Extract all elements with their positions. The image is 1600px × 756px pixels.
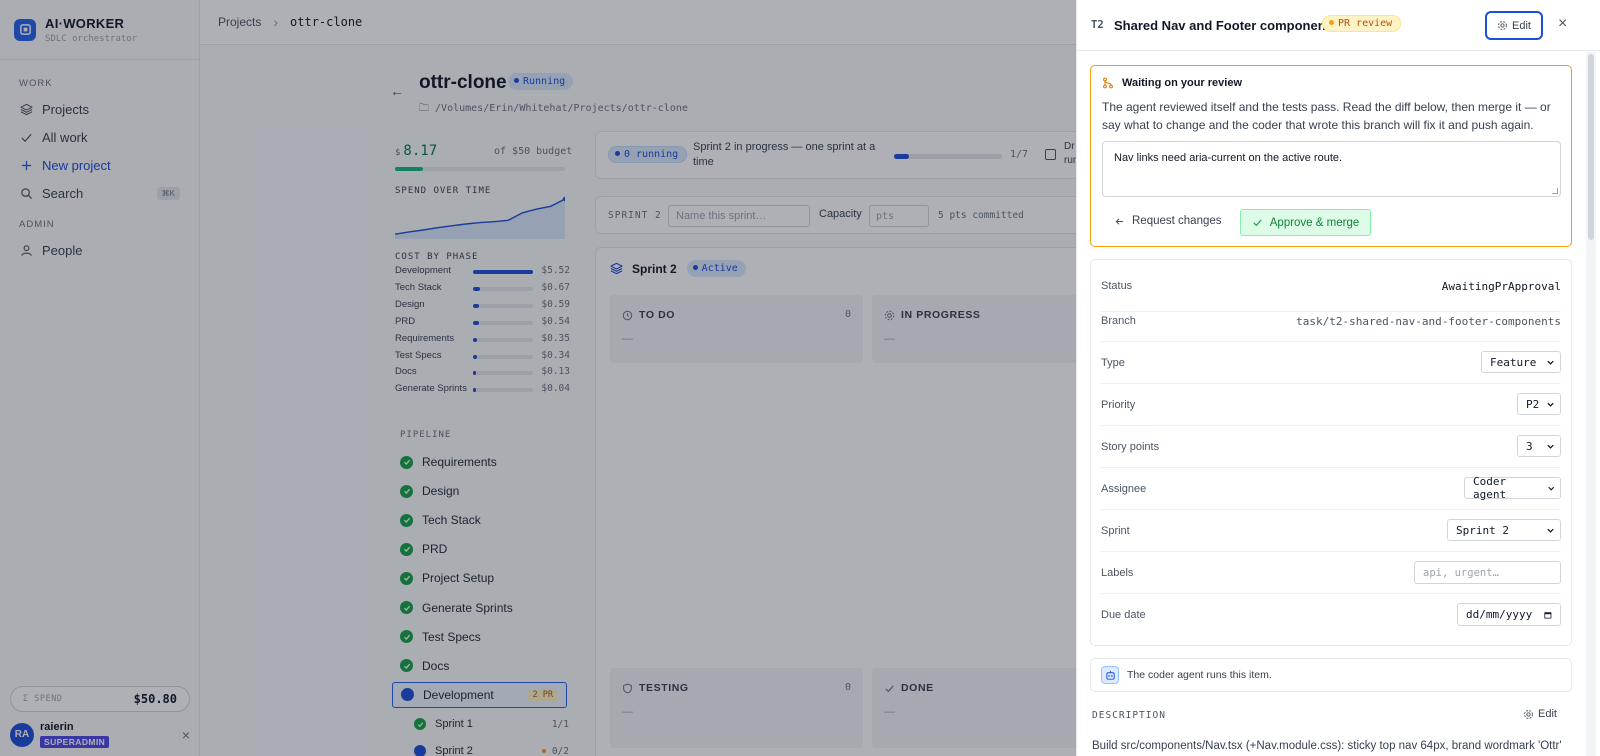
request-changes-label: Request changes xyxy=(1132,215,1222,227)
field-label: Type xyxy=(1101,357,1125,369)
arrow-left-icon xyxy=(1115,217,1124,225)
assignee-select[interactable]: Coder agent xyxy=(1464,475,1561,501)
field-label: Story points xyxy=(1101,441,1160,453)
robot-icon xyxy=(1101,666,1119,684)
sprint-select-value: Sprint 2 xyxy=(1456,523,1509,537)
review-heading: Waiting on your review xyxy=(1102,77,1242,89)
sprint-select[interactable]: Sprint 2 xyxy=(1447,519,1561,541)
description-text: Build src/components/Nav.tsx (+Nav.modul… xyxy=(1092,740,1562,752)
task-status-badge: PR review xyxy=(1322,15,1402,32)
chevron-down-icon xyxy=(1547,528,1554,533)
chevron-down-icon xyxy=(1547,360,1554,365)
field-branch-value: task/t2-shared-nav-and-footer-components xyxy=(1296,315,1561,328)
review-heading-text: Waiting on your review xyxy=(1122,77,1242,89)
story-points-value: 3 xyxy=(1526,439,1533,453)
calendar-icon[interactable] xyxy=(1544,610,1552,620)
field-sprint: Sprint Sprint 2 xyxy=(1101,510,1561,552)
chevron-down-icon xyxy=(1547,402,1554,407)
edit-description-label: Edit xyxy=(1538,708,1557,720)
field-labels: Labels api, urgent… xyxy=(1101,552,1561,594)
field-story-points: Story points 3 xyxy=(1101,426,1561,468)
story-points-select[interactable]: 3 xyxy=(1517,435,1561,457)
gear-icon xyxy=(1498,21,1507,30)
field-label: Branch xyxy=(1101,315,1136,327)
field-status-value: AwaitingPrApproval xyxy=(1441,280,1561,293)
assignee-select-value: Coder agent xyxy=(1473,475,1507,501)
labels-input[interactable]: api, urgent… xyxy=(1414,561,1561,584)
merge-icon xyxy=(1103,77,1113,89)
field-label: Due date xyxy=(1101,609,1146,621)
request-changes-button[interactable]: Request changes xyxy=(1114,215,1222,227)
priority-select-value: P2 xyxy=(1526,397,1540,411)
chevron-down-icon xyxy=(1547,444,1554,449)
edit-task-button[interactable]: Edit xyxy=(1485,11,1543,40)
approve-merge-label: Approve & merge xyxy=(1269,216,1360,229)
type-select-value: Feature xyxy=(1490,355,1537,369)
description-label: DESCRIPTION xyxy=(1092,710,1166,721)
edit-task-label: Edit xyxy=(1512,19,1531,32)
approve-merge-button[interactable]: Approve & merge xyxy=(1240,209,1371,236)
due-date-value: dd/mm/yyyy xyxy=(1466,608,1533,621)
field-due-date: Due date dd/mm/yyyy xyxy=(1101,594,1561,636)
field-type: Type Feature xyxy=(1101,342,1561,384)
task-properties: Status AwaitingPrApproval Branch task/t2… xyxy=(1090,259,1572,646)
edit-description-button[interactable]: Edit xyxy=(1523,708,1557,720)
task-drawer: T2 Shared Nav and Footer components PR r… xyxy=(1076,0,1600,756)
task-id: T2 xyxy=(1091,19,1104,31)
field-label: Labels xyxy=(1101,567,1134,579)
agent-note-text: The coder agent runs this item. xyxy=(1127,669,1272,681)
review-panel: Waiting on your review The agent reviewe… xyxy=(1090,65,1572,247)
field-branch: Branch task/t2-shared-nav-and-footer-com… xyxy=(1101,312,1561,342)
type-select[interactable]: Feature xyxy=(1481,351,1561,373)
task-status-text: PR review xyxy=(1338,18,1393,29)
due-date-input[interactable]: dd/mm/yyyy xyxy=(1457,603,1561,626)
drawer-scrollbar[interactable] xyxy=(1588,54,1594,240)
close-icon[interactable]: × xyxy=(1558,15,1567,33)
review-feedback-textarea[interactable]: Nav links need aria-current on the activ… xyxy=(1102,141,1561,197)
modal-overlay[interactable] xyxy=(0,0,1076,756)
field-label: Status xyxy=(1101,280,1133,292)
field-label: Priority xyxy=(1101,399,1136,411)
chevron-down-icon xyxy=(1547,486,1554,491)
field-label: Assignee xyxy=(1101,483,1147,495)
field-status: Status AwaitingPrApproval xyxy=(1101,260,1561,312)
field-assignee: Assignee Coder agent xyxy=(1101,468,1561,510)
field-label: Sprint xyxy=(1101,525,1130,537)
resize-handle-icon[interactable] xyxy=(1552,188,1558,194)
task-title: Shared Nav and Footer components xyxy=(1114,18,1338,33)
agent-note: The coder agent runs this item. xyxy=(1090,658,1572,692)
review-instructions: The agent reviewed itself and the tests … xyxy=(1102,100,1551,132)
check-icon xyxy=(1253,219,1262,227)
field-priority: Priority P2 xyxy=(1101,384,1561,426)
review-feedback-text: Nav links need aria-current on the activ… xyxy=(1114,152,1343,164)
priority-select[interactable]: P2 xyxy=(1517,393,1561,415)
gear-icon xyxy=(1524,709,1533,719)
drawer-header: T2 Shared Nav and Footer components PR r… xyxy=(1077,0,1600,51)
